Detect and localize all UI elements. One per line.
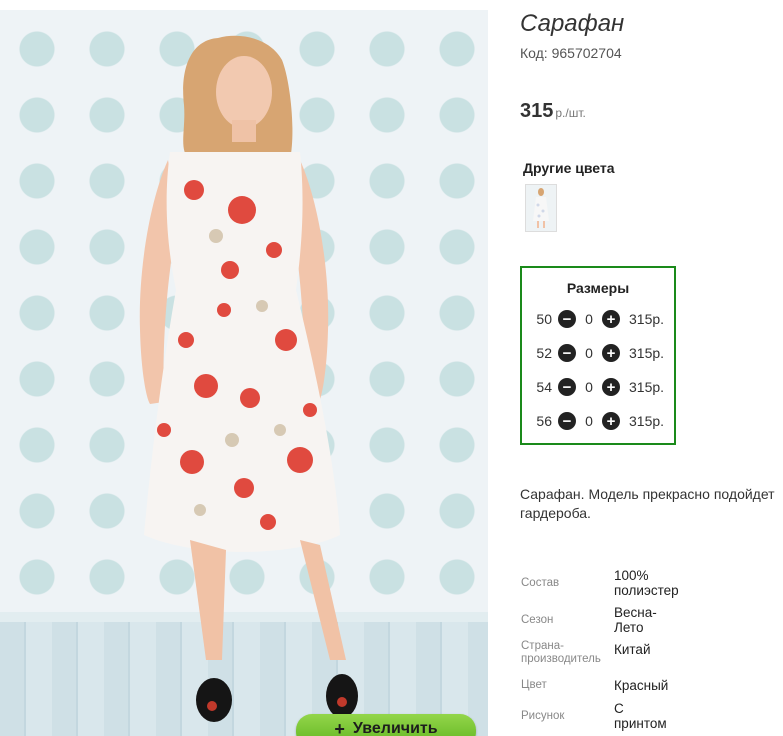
- product-price: 315 р./шт.: [520, 100, 586, 123]
- attribute-label: Сезон: [521, 613, 554, 626]
- attribute-value-line: С: [614, 701, 624, 716]
- plus-icon[interactable]: +: [602, 310, 620, 328]
- attribute-value: Красный: [614, 678, 668, 693]
- quantity-value[interactable]: 0: [576, 413, 602, 429]
- description-line: гардероба.: [520, 505, 591, 521]
- attribute-row: Состав 100% полиэстер: [521, 568, 696, 598]
- minus-icon[interactable]: −: [558, 310, 576, 328]
- attributes-table: Состав 100% полиэстер Сезон Весна- Лето …: [521, 568, 696, 732]
- size-label: 52: [536, 345, 552, 361]
- size-price: 315р.: [629, 379, 665, 395]
- size-price: 315р.: [629, 413, 665, 429]
- quantity-value[interactable]: 0: [576, 311, 602, 327]
- plus-icon[interactable]: +: [602, 378, 620, 396]
- attribute-label-line: производитель: [521, 653, 601, 665]
- attribute-value: С принтом: [614, 701, 667, 731]
- sizes-title: Размеры: [566, 280, 630, 296]
- attribute-label: Страна- производитель: [521, 640, 614, 666]
- swatch-thumbnail: [526, 185, 556, 231]
- product-photo[interactable]: + Увеличить: [0, 10, 488, 736]
- minus-icon[interactable]: −: [558, 344, 576, 362]
- product-code: Код: 965702704: [520, 45, 622, 61]
- size-label: 54: [536, 379, 552, 395]
- size-row: 54 − 0 + 315р.: [522, 377, 664, 397]
- attribute-value-line: 100%: [614, 568, 649, 583]
- attribute-value-line: Красный: [614, 677, 669, 693]
- size-price: 315р.: [629, 311, 665, 327]
- attribute-row: Рисунок С принтом: [521, 700, 696, 732]
- attribute-value-line: Китай: [614, 641, 651, 657]
- attribute-label: Цвет: [521, 678, 547, 691]
- quantity-value[interactable]: 0: [576, 345, 602, 361]
- product-description: Сарафан. Модель прекрасно подойдет гарде…: [520, 485, 783, 525]
- attribute-row: Цвет Красный: [521, 670, 696, 700]
- zoom-button-label: Увеличить: [352, 720, 438, 736]
- attribute-value-line: Весна-: [614, 605, 657, 620]
- product-title: Сарафан: [520, 10, 625, 37]
- attribute-row: Страна- производитель Китай: [521, 638, 696, 668]
- model-illustration: [139, 35, 358, 722]
- other-color-swatch[interactable]: [525, 184, 557, 232]
- minus-icon[interactable]: −: [558, 412, 576, 430]
- attribute-value-line: Лето: [614, 620, 644, 635]
- attribute-label: Состав: [521, 576, 560, 589]
- minus-icon[interactable]: −: [558, 378, 576, 396]
- price-value: 315: [520, 100, 554, 122]
- plus-icon[interactable]: +: [602, 412, 620, 430]
- attribute-label: Рисунок: [521, 709, 565, 722]
- attribute-label-line: Страна-: [521, 640, 564, 652]
- plus-icon: +: [334, 718, 345, 736]
- zoom-button[interactable]: + Увеличить: [296, 714, 476, 736]
- size-label: 50: [536, 311, 552, 327]
- size-row: 56 − 0 + 315р.: [522, 411, 664, 431]
- other-colors-title: Другие цвета: [523, 160, 615, 176]
- size-label: 56: [536, 413, 552, 429]
- plus-icon[interactable]: +: [602, 344, 620, 362]
- size-price: 315р.: [629, 345, 665, 361]
- attribute-value: Весна- Лето: [614, 605, 657, 635]
- size-row: 50 − 0 + 315р.: [522, 309, 664, 329]
- attribute-row: Сезон Весна- Лето: [521, 602, 696, 638]
- attribute-value: Китай: [614, 642, 651, 657]
- description-line: Сарафан. Модель прекрасно подойдет: [520, 486, 775, 502]
- size-row: 52 − 0 + 315р.: [522, 343, 664, 363]
- price-unit: р./шт.: [555, 106, 586, 120]
- sizes-box: Размеры 50 − 0 + 315р. 52 − 0 + 315р. 54…: [520, 266, 676, 445]
- quantity-value[interactable]: 0: [576, 379, 602, 395]
- attribute-value-line: принтом: [614, 716, 667, 731]
- attribute-value: 100% полиэстер: [614, 568, 679, 598]
- attribute-value-line: полиэстер: [614, 583, 679, 598]
